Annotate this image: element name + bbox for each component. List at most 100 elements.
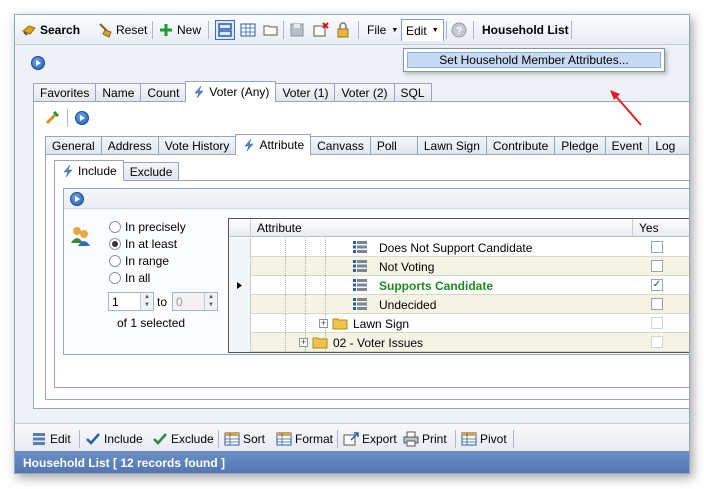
table-row[interactable]: Undecided bbox=[229, 295, 689, 314]
delete-record-icon[interactable] bbox=[313, 22, 329, 38]
tab-poll[interactable]: Poll bbox=[369, 136, 418, 155]
edit-record-button[interactable]: Edit bbox=[31, 429, 71, 449]
tab-pledge[interactable]: Pledge bbox=[554, 136, 606, 155]
tree-guide bbox=[285, 295, 286, 314]
export-icon bbox=[343, 431, 359, 447]
tab-label: Vote History bbox=[164, 139, 230, 153]
tab-canvass[interactable]: Canvass bbox=[310, 136, 371, 155]
print-button[interactable]: Print bbox=[403, 429, 447, 449]
yes-checkbox[interactable] bbox=[651, 317, 663, 329]
stepper-arrows-icon[interactable]: ▲ ▼ bbox=[140, 293, 153, 310]
from-count-stepper[interactable]: 1 ▲ ▼ bbox=[108, 292, 154, 311]
tab-favorites[interactable]: Favorites bbox=[33, 83, 97, 102]
yes-checkbox[interactable] bbox=[651, 260, 663, 272]
radio-button bbox=[109, 272, 121, 284]
set-household-member-attributes-item[interactable]: Set Household Member Attributes... bbox=[407, 52, 661, 68]
tab-exclude[interactable]: Exclude bbox=[122, 162, 180, 181]
table-row[interactable]: Supports Candidate ✓ bbox=[229, 276, 689, 295]
tab-label: Voter (Any) bbox=[209, 85, 270, 99]
tab-attribute[interactable]: Attribute bbox=[235, 134, 312, 155]
tab-vote-history[interactable]: Vote History bbox=[157, 136, 237, 155]
tab-event[interactable]: Event bbox=[604, 136, 650, 155]
file-menu[interactable]: File ▼ bbox=[367, 20, 398, 40]
row-header[interactable] bbox=[229, 257, 251, 276]
tab-log[interactable]: Log bbox=[648, 136, 689, 155]
tab-voter-1[interactable]: Voter (1) bbox=[275, 83, 336, 102]
column-header-yes[interactable]: Yes bbox=[633, 219, 689, 237]
radio-in-range[interactable]: In range bbox=[109, 254, 169, 268]
yes-checkbox[interactable] bbox=[651, 336, 663, 348]
grid-corner bbox=[229, 219, 251, 237]
navigate-icon[interactable] bbox=[75, 111, 89, 125]
radio-in-all[interactable]: In all bbox=[109, 271, 150, 285]
tab-lawn-sign[interactable]: Lawn Sign bbox=[416, 136, 487, 155]
tab-include[interactable]: Include bbox=[54, 160, 124, 181]
table-row[interactable]: Does Not Support Candidate bbox=[229, 238, 689, 257]
tab-sql[interactable]: SQL bbox=[393, 83, 432, 102]
radio-label: In precisely bbox=[125, 220, 186, 234]
save-icon[interactable] bbox=[289, 22, 305, 38]
row-header[interactable] bbox=[229, 276, 251, 295]
radio-in-at-least[interactable]: In at least bbox=[109, 237, 177, 251]
clear-criteria-icon[interactable] bbox=[45, 109, 61, 125]
tab-label: Contribute bbox=[492, 139, 549, 153]
row-header[interactable] bbox=[229, 238, 251, 257]
tab-label: Name bbox=[102, 86, 135, 100]
include-button[interactable]: Include bbox=[85, 429, 143, 449]
tab-name[interactable]: Name bbox=[95, 83, 142, 102]
tab-label: Event bbox=[611, 139, 643, 153]
lock-icon[interactable] bbox=[335, 22, 351, 38]
attribute-list-icon bbox=[353, 259, 367, 273]
household-list-button[interactable]: Household List bbox=[482, 20, 569, 40]
exclude-button[interactable]: Exclude bbox=[152, 429, 214, 449]
toolbar-divider bbox=[571, 21, 572, 39]
table-row[interactable]: + Lawn Sign bbox=[229, 314, 689, 333]
to-count-stepper: 0 ▲ ▼ bbox=[172, 292, 218, 311]
tab-general[interactable]: General bbox=[45, 136, 102, 155]
radio-label: In at least bbox=[125, 237, 178, 251]
yes-checkbox[interactable] bbox=[651, 241, 663, 253]
toolbar-divider bbox=[283, 21, 284, 39]
table-row[interactable]: Not Voting bbox=[229, 257, 689, 276]
column-header-attribute[interactable]: Attribute bbox=[251, 219, 633, 237]
expand-icon[interactable]: + bbox=[299, 338, 308, 347]
expand-icon[interactable]: + bbox=[319, 319, 328, 328]
export-button[interactable]: Export bbox=[343, 429, 397, 449]
navigate-icon[interactable] bbox=[31, 56, 45, 70]
yes-checkbox[interactable] bbox=[651, 298, 663, 310]
tab-address[interactable]: Address bbox=[100, 136, 159, 155]
pivot-button[interactable]: Pivot bbox=[461, 429, 507, 449]
tab-label: Attribute bbox=[259, 138, 305, 152]
format-button[interactable]: Format bbox=[276, 429, 333, 449]
selected-summary: of 1 selected bbox=[117, 316, 186, 330]
open-folder-icon[interactable] bbox=[263, 22, 279, 38]
help-icon[interactable]: ? bbox=[451, 22, 467, 38]
row-header[interactable] bbox=[229, 295, 251, 314]
form-view-icon[interactable] bbox=[215, 20, 235, 40]
tree-guide bbox=[305, 257, 306, 276]
table-row[interactable]: +02 - Voter Issues bbox=[229, 333, 689, 352]
exclude-label: Exclude bbox=[171, 432, 214, 446]
tab-label: Favorites bbox=[40, 86, 90, 100]
radio-in-precisely[interactable]: In precisely bbox=[109, 220, 186, 234]
new-button[interactable]: New bbox=[158, 20, 201, 40]
table-icon bbox=[461, 431, 477, 447]
navigate-icon[interactable] bbox=[70, 192, 84, 206]
tab-voter-2[interactable]: Voter (2) bbox=[334, 83, 395, 102]
tab-voter-any[interactable]: Voter (Any) bbox=[185, 81, 277, 102]
tab-count[interactable]: Count bbox=[140, 83, 187, 102]
pivot-label: Pivot bbox=[480, 432, 507, 446]
edit-menu[interactable]: Edit ▼ bbox=[401, 19, 444, 41]
grid-view-icon[interactable] bbox=[240, 22, 256, 38]
row-header[interactable] bbox=[229, 314, 251, 333]
edit-label: Edit bbox=[50, 432, 71, 446]
tab-contribute[interactable]: Contribute bbox=[485, 136, 556, 155]
tree-guide bbox=[285, 333, 286, 352]
search-button[interactable]: Search bbox=[21, 20, 80, 40]
sort-button[interactable]: Sort bbox=[224, 429, 265, 449]
tab-label: Voter (1) bbox=[282, 86, 329, 100]
criteria-toolbar bbox=[64, 189, 689, 209]
yes-checkbox[interactable]: ✓ bbox=[651, 279, 663, 291]
row-header[interactable] bbox=[229, 333, 251, 352]
reset-button[interactable]: Reset bbox=[97, 20, 147, 40]
